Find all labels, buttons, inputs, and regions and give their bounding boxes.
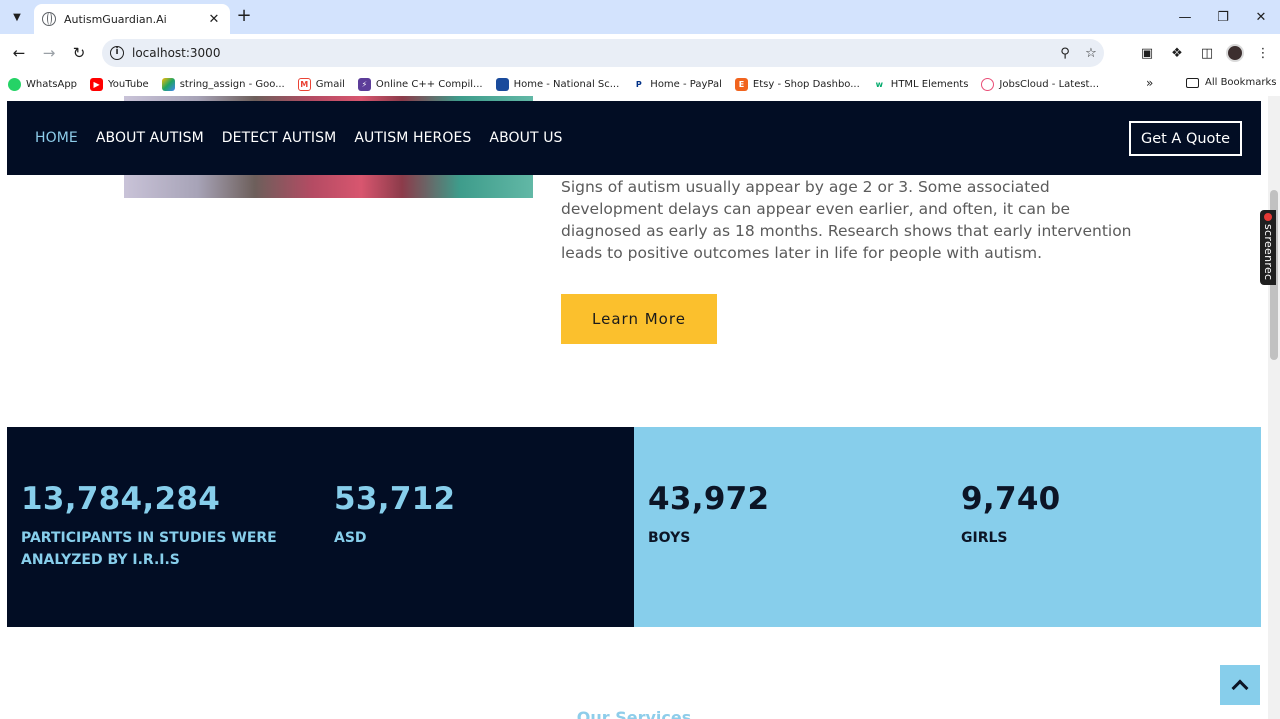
- stat-girls: 9,740 GIRLS: [961, 481, 1241, 549]
- address-bar[interactable]: i localhost:3000 ⚲ ☆: [102, 39, 1104, 67]
- bookmarks-bar: WhatsApp ▶ YouTube string_assign - Goo...…: [0, 72, 1280, 96]
- side-panel-icon[interactable]: ◫: [1196, 42, 1218, 64]
- youtube-icon: ▶: [90, 77, 104, 91]
- new-tab-icon[interactable]: +: [234, 7, 254, 27]
- stat-label: GIRLS: [961, 530, 1008, 546]
- extensions-icon[interactable]: ❖: [1166, 42, 1188, 64]
- site-info-icon[interactable]: i: [110, 46, 124, 60]
- bookmark-whatsapp[interactable]: WhatsApp: [8, 77, 77, 91]
- hero-paragraph: Signs of autism usually appear by age 2 …: [561, 178, 1132, 262]
- stat-boys: 43,972 BOYS: [648, 481, 928, 549]
- whatsapp-icon: [8, 77, 21, 91]
- paypal-icon: P: [632, 77, 646, 91]
- bookmark-drive[interactable]: string_assign - Goo...: [161, 77, 285, 91]
- page-viewport: Signs of autism usually appear by age 2 …: [0, 96, 1280, 719]
- nav-links: HOME ABOUT AUTISM DETECT AUTISM AUTISM H…: [35, 101, 581, 175]
- browser-toolbar: ← → ↻ i localhost:3000 ⚲ ☆ ▣ ❖ ◫ ⋮: [0, 34, 1280, 72]
- stat-label: ASD: [334, 530, 367, 546]
- gmail-icon: M: [297, 77, 311, 91]
- bookmark-w3[interactable]: w HTML Elements: [872, 77, 968, 91]
- stat-value: 53,712: [334, 481, 456, 517]
- nav-about-autism[interactable]: ABOUT AUTISM: [96, 130, 204, 146]
- zoom-icon[interactable]: ⚲: [1052, 46, 1078, 61]
- etsy-icon: E: [734, 77, 748, 91]
- record-dot-icon: [1264, 213, 1272, 221]
- browser-tab[interactable]: AutismGuardian.Ai ✕: [34, 4, 230, 34]
- w3-icon: w: [872, 77, 886, 91]
- stat-value: 9,740: [961, 481, 1061, 517]
- nav-home[interactable]: HOME: [35, 130, 78, 146]
- nav-about-us[interactable]: ABOUT US: [489, 130, 562, 146]
- scroll-to-top-button[interactable]: [1220, 665, 1260, 705]
- reload-icon[interactable]: ↻: [68, 42, 90, 64]
- stats-section: 13,784,284 PARTICIPANTS IN STUDIES WERE …: [7, 427, 1261, 627]
- nav-detect-autism[interactable]: DETECT AUTISM: [222, 130, 337, 146]
- jobscloud-icon: [981, 77, 995, 91]
- forward-icon[interactable]: →: [38, 42, 60, 64]
- browser-tabstrip: ▼ AutismGuardian.Ai ✕ + — ❐ ✕: [0, 0, 1280, 34]
- bookmark-nsp[interactable]: Home - National Sc...: [495, 77, 619, 91]
- toolbar-actions: ▣ ❖ ◫ ⋮: [1136, 42, 1274, 64]
- drive-icon: [161, 77, 175, 91]
- screenrec-widget[interactable]: screenrec: [1260, 210, 1276, 285]
- stat-value: 43,972: [648, 481, 770, 517]
- stat-label: PARTICIPANTS IN STUDIES WERE ANALYZED BY…: [21, 530, 277, 568]
- services-heading: Our Services: [576, 708, 692, 719]
- window-controls: — ❐ ✕: [1166, 0, 1280, 34]
- restore-icon[interactable]: ❐: [1204, 0, 1242, 34]
- all-bookmarks[interactable]: All Bookmarks: [1186, 77, 1276, 88]
- page: Signs of autism usually appear by age 2 …: [7, 96, 1261, 719]
- url-text[interactable]: localhost:3000: [132, 46, 1052, 60]
- globe-icon: [42, 12, 56, 26]
- tab-search-icon[interactable]: ▼: [6, 6, 28, 28]
- site-navbar: HOME ABOUT AUTISM DETECT AUTISM AUTISM H…: [7, 101, 1261, 175]
- bookmark-gmail[interactable]: M Gmail: [297, 77, 345, 91]
- stat-asd: 53,712 ASD: [334, 481, 614, 549]
- stats-light-panel: 43,972 BOYS 9,740 GIRLS: [634, 427, 1261, 627]
- stat-value: 13,784,284: [21, 481, 221, 517]
- get-a-quote-button[interactable]: Get A Quote: [1129, 121, 1242, 156]
- back-icon[interactable]: ←: [8, 42, 30, 64]
- chevron-up-icon: [1231, 679, 1249, 697]
- profile-avatar[interactable]: [1226, 44, 1244, 62]
- stat-label: BOYS: [648, 530, 691, 546]
- bookmark-paypal[interactable]: P Home - PayPal: [632, 77, 722, 91]
- learn-more-button[interactable]: Learn More: [561, 294, 717, 344]
- nav-autism-heroes[interactable]: AUTISM HEROES: [354, 130, 471, 146]
- close-tab-icon[interactable]: ✕: [206, 12, 222, 27]
- nsp-icon: [495, 77, 509, 91]
- folder-icon: [1186, 77, 1199, 88]
- menu-icon[interactable]: ⋮: [1252, 42, 1274, 64]
- cast-icon[interactable]: ▣: [1136, 42, 1158, 64]
- compiler-icon: ⚡: [357, 77, 371, 91]
- bookmark-youtube[interactable]: ▶ YouTube: [90, 77, 149, 91]
- minimize-icon[interactable]: —: [1166, 0, 1204, 34]
- stat-participants: 13,784,284 PARTICIPANTS IN STUDIES WERE …: [21, 481, 301, 571]
- bookmark-jobscloud[interactable]: JobsCloud - Latest...: [981, 77, 1099, 91]
- more-bookmarks-icon[interactable]: »: [1146, 76, 1153, 90]
- star-icon[interactable]: ☆: [1078, 46, 1104, 61]
- bookmark-compiler[interactable]: ⚡ Online C++ Compil...: [357, 77, 483, 91]
- page-scrollbar[interactable]: [1268, 96, 1280, 719]
- stats-dark-panel: 13,784,284 PARTICIPANTS IN STUDIES WERE …: [7, 427, 634, 627]
- close-window-icon[interactable]: ✕: [1242, 0, 1280, 34]
- screenrec-label: screenrec: [1262, 224, 1275, 281]
- bookmark-etsy[interactable]: E Etsy - Shop Dashbo...: [734, 77, 860, 91]
- tab-title: AutismGuardian.Ai: [64, 12, 167, 26]
